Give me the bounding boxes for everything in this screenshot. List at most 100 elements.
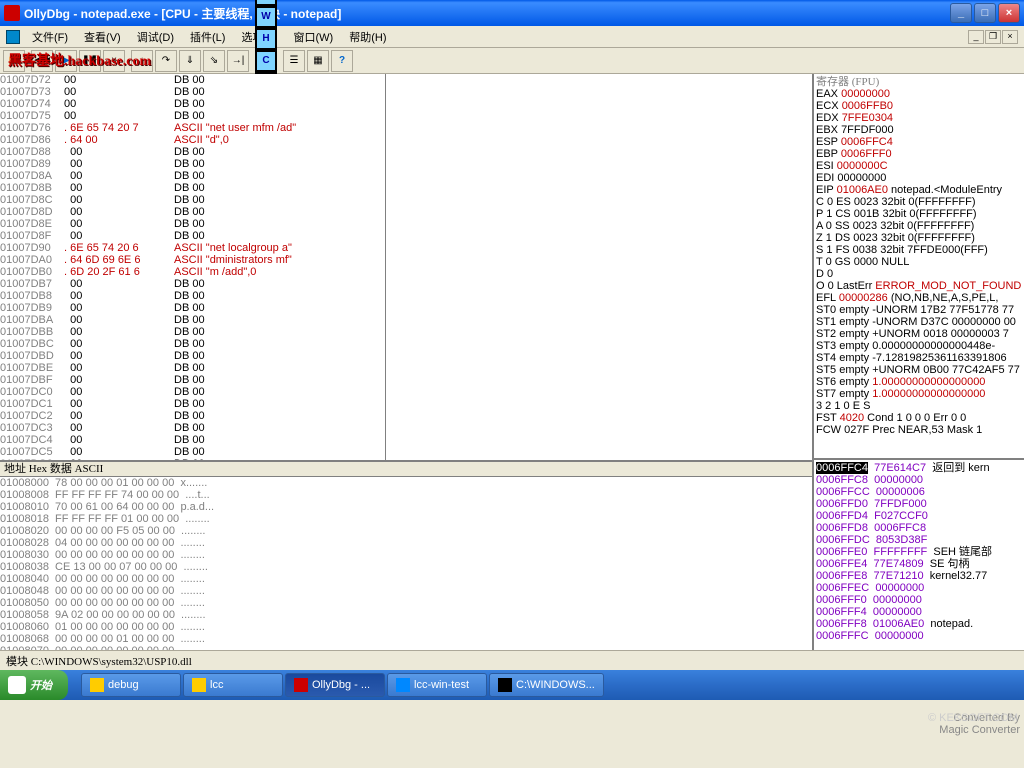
reg-line[interactable]: S 1 FS 0038 32bit 7FFDE000(FFF) [816,244,1022,256]
taskbar-item[interactable]: debug [81,673,181,697]
help-button[interactable]: ? [331,50,353,72]
dump-row[interactable]: 01008060 01 00 00 00 00 00 00 00 .......… [0,621,812,633]
dump-row[interactable]: 01008038 CE 13 00 00 07 00 00 00 .......… [0,561,812,573]
stack-row[interactable]: 0006FFF4 00000000 [816,606,1022,618]
asm-row[interactable]: 01007DB7 00DB 00 [0,278,812,290]
registers-pane[interactable]: 寄存器 (FPU) EAX 00000000ECX 0006FFB0EDX 7F… [814,74,1024,460]
taskbar-item[interactable]: C:\WINDOWS... [489,673,604,697]
dump-row[interactable]: 01008048 00 00 00 00 00 00 00 00 .......… [0,585,812,597]
close-button[interactable]: × [998,3,1020,23]
stack-row[interactable]: 0006FFEC 00000000 [816,582,1022,594]
menu-item[interactable]: 调试(D) [129,30,182,46]
reg-line[interactable]: 3 2 1 0 E S [816,400,1022,412]
reg-line[interactable]: FCW 027F Prec NEAR,53 Mask 1 [816,424,1022,436]
asm-row[interactable]: 01007DBF 00DB 00 [0,374,812,386]
disassembly-pane[interactable]: 01007D7200DB 0001007D7300DB 0001007D7400… [0,74,812,460]
reg-line[interactable]: T 0 GS 0000 NULL [816,256,1022,268]
tillret-button[interactable]: →| [227,50,249,72]
reg-line[interactable]: ST0 empty -UNORM 17B2 77F51778 77 [816,304,1022,316]
reg-line[interactable]: ST3 empty 0.00000000000000448e- [816,340,1022,352]
reg-line[interactable]: EBX 7FFDF000 [816,124,1022,136]
reg-line[interactable]: O 0 LastErr ERROR_MOD_NOT_FOUND [816,280,1022,292]
dump-row[interactable]: 01008068 00 00 00 00 01 00 00 00 .......… [0,633,812,645]
reg-line[interactable]: ST4 empty -7.12819825361163391806 [816,352,1022,364]
reg-line[interactable]: C 0 ES 0023 32bit 0(FFFFFFFF) [816,196,1022,208]
stack-pane[interactable]: 0006FFC4 77E614C7 返回到 kern0006FFC8 00000… [814,460,1024,650]
stack-row[interactable]: 0006FFD8 0006FFC8 [816,522,1022,534]
maximize-button[interactable]: □ [974,3,996,23]
stack-row[interactable]: 0006FFF0 00000000 [816,594,1022,606]
reg-line[interactable]: Z 1 DS 0023 32bit 0(FFFFFFFF) [816,232,1022,244]
dump-row[interactable]: 01008040 00 00 00 00 00 00 00 00 .......… [0,573,812,585]
reg-line[interactable]: FST 4020 Cond 1 0 0 0 Err 0 0 [816,412,1022,424]
stack-row[interactable]: 0006FFE8 77E71210 kernel32.77 [816,570,1022,582]
asm-row[interactable]: 01007D8A 00DB 00 [0,170,812,182]
reg-line[interactable]: EAX 00000000 [816,88,1022,100]
reg-line[interactable]: ST2 empty +UNORM 0018 00000003 7 [816,328,1022,340]
reg-line[interactable]: ESP 0006FFC4 [816,136,1022,148]
dump-pane[interactable]: 地址 Hex 数据 ASCII 01008000 78 00 00 00 01 … [0,460,812,650]
reg-line[interactable]: P 1 CS 001B 32bit 0(FFFFFFFF) [816,208,1022,220]
asm-row[interactable]: 01007D8E 00DB 00 [0,218,812,230]
reg-line[interactable]: EIP 01006AE0 notepad.<ModuleEntry [816,184,1022,196]
reg-line[interactable]: ST7 empty 1.00000000000000000 [816,388,1022,400]
dump-row[interactable]: 01008018 FF FF FF FF 01 00 00 00 .......… [0,513,812,525]
stack-row[interactable]: 0006FFF8 01006AE0 notepad.0006FFFC 00000… [816,618,1022,642]
reg-line[interactable]: ECX 0006FFB0 [816,100,1022,112]
reg-line[interactable]: A 0 SS 0023 32bit 0(FFFFFFFF) [816,220,1022,232]
minimize-button[interactable]: _ [950,3,972,23]
asm-row[interactable]: 01007DB9 00DB 00 [0,302,812,314]
asm-row[interactable]: 01007DC3 00DB 00 [0,422,812,434]
reg-line[interactable]: EBP 0006FFF0 [816,148,1022,160]
asm-row[interactable]: 01007DB0. 6D 20 2F 61 6ASCII "m /add",0 [0,266,812,278]
menu-item[interactable]: 窗口(W) [286,30,342,46]
dump-row[interactable]: 01008020 00 00 00 00 F5 05 00 00 .......… [0,525,812,537]
asm-row[interactable]: 01007DC6 00DB 00 [0,458,812,460]
asm-row[interactable]: 01007D86. 64 00ASCII "d",0 [0,134,812,146]
stack-row[interactable]: 0006FFDC 8053D38F [816,534,1022,546]
dump-row[interactable]: 01008030 00 00 00 00 00 00 00 00 .......… [0,549,812,561]
stack-row[interactable]: 0006FFC8 00000000 [816,474,1022,486]
stack-row[interactable]: 0006FFC4 77E614C7 返回到 kern [816,462,1022,474]
reg-line[interactable]: ST5 empty +UNORM 0B00 77C42AF5 77 [816,364,1022,376]
taskbar-item[interactable]: lcc-win-test [387,673,487,697]
asm-row[interactable]: 01007D8F 00DB 00 [0,230,812,242]
asm-row[interactable]: 01007D89 00DB 00 [0,158,812,170]
reg-line[interactable]: ST1 empty -UNORM D37C 00000000 00 [816,316,1022,328]
asm-row[interactable]: 01007DBC 00DB 00 [0,338,812,350]
asm-row[interactable]: 01007D88 00DB 00 [0,146,812,158]
stack-row[interactable]: 0006FFFC 00000000 [816,630,1022,642]
stack-row[interactable]: 0006FFE4 77E74809 SE 句柄 [816,558,1022,570]
stack-row[interactable]: 0006FFD4 F027CCF0 [816,510,1022,522]
reg-line[interactable]: EDX 7FFE0304 [816,112,1022,124]
menu-item[interactable]: 帮助(H) [341,30,394,46]
asm-row[interactable]: 01007DA0. 64 6D 69 6E 6ASCII "dministrat… [0,254,812,266]
asm-row[interactable]: 01007DBA 00DB 00 [0,314,812,326]
asm-row[interactable]: 01007DC2 00DB 00 [0,410,812,422]
reg-line[interactable]: EDI 00000000 [816,172,1022,184]
dump-row[interactable]: 01008010 70 00 61 00 64 00 00 00 p.a.d..… [0,501,812,513]
asm-row[interactable]: 01007DBD 00DB 00 [0,350,812,362]
mdi-restore-button[interactable]: ❐ [985,30,1001,44]
asm-row[interactable]: 01007D76. 6E 65 74 20 7ASCII "net user m… [0,122,812,134]
options-button[interactable]: ▦ [307,50,329,72]
asm-row[interactable]: 01007D8C 00DB 00 [0,194,812,206]
asm-row[interactable]: 01007DC0 00DB 00 [0,386,812,398]
asm-row[interactable]: 01007D8D 00DB 00 [0,206,812,218]
asm-row[interactable]: 01007DC4 00DB 00 [0,434,812,446]
dump-row[interactable]: 01008008 FF FF FF FF 74 00 00 00 ....t..… [0,489,812,501]
view-H-button[interactable]: H [255,28,277,50]
mdi-close-button[interactable]: × [1002,30,1018,44]
reg-line[interactable]: EFL 00000286 (NO,NB,NE,A,S,PE,L, [816,292,1022,304]
asm-row[interactable]: 01007DC5 00DB 00 [0,446,812,458]
view-W-button[interactable]: W [255,6,277,28]
stack-row[interactable]: 0006FFCC 00000006 [816,486,1022,498]
asm-row[interactable]: 01007DBB 00DB 00 [0,326,812,338]
dump-row[interactable]: 01008000 78 00 00 00 01 00 00 00 x......… [0,477,812,489]
titlebar[interactable]: OllyDbg - notepad.exe - [CPU - 主要线程, 模块 … [0,0,1024,26]
taskbar-item[interactable]: OllyDbg - ... [285,673,385,697]
asm-row[interactable]: 01007DBE 00DB 00 [0,362,812,374]
stack-row[interactable]: 0006FFD0 7FFDF000 [816,498,1022,510]
mdi-minimize-button[interactable]: _ [968,30,984,44]
asm-row[interactable]: 01007D7400DB 00 [0,98,812,110]
